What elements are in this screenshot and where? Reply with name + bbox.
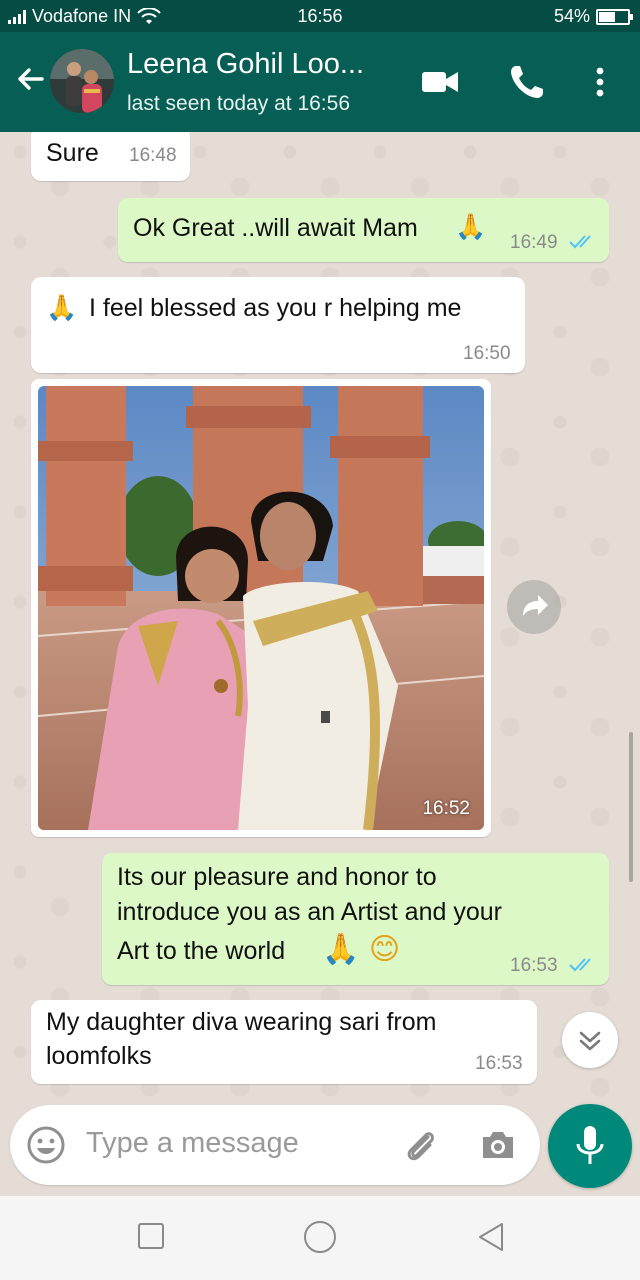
more-vert-icon[interactable]: [580, 62, 620, 102]
message-bubble-incoming[interactable]: My daughter diva wearing sari from loomf…: [31, 1000, 537, 1084]
video-call-icon[interactable]: [420, 62, 460, 102]
status-time: 16:56: [297, 6, 343, 26]
nav-home-icon[interactable]: [302, 1219, 338, 1255]
phone-icon[interactable]: [507, 62, 547, 102]
nav-recents-icon[interactable]: [136, 1221, 166, 1251]
forward-button[interactable]: [507, 580, 561, 634]
mic-icon: [576, 1126, 604, 1164]
message-time: 16:48: [129, 145, 177, 166]
camera-icon[interactable]: [478, 1125, 518, 1165]
photo[interactable]: 16:52: [38, 386, 484, 830]
status-bar: Vodafone IN 16:56 54%: [0, 0, 640, 32]
avatar[interactable]: [50, 49, 114, 113]
scroll-down-icon: [579, 1031, 601, 1051]
image-time: 16:52: [422, 798, 470, 819]
image-message[interactable]: 16:52: [31, 379, 491, 837]
message-placeholder: Type a message: [86, 1127, 299, 1159]
message-bubble-outgoing[interactable]: Its our pleasure and honor to introduce …: [102, 853, 609, 985]
battery-icon: [596, 8, 633, 25]
message-line: My daughter diva wearing sari from: [46, 1008, 437, 1036]
message-time: 16:53: [510, 955, 558, 976]
composer-bar: Type a message: [0, 1102, 640, 1185]
back-arrow-icon[interactable]: [12, 62, 48, 98]
message-text: Sure: [46, 139, 99, 167]
mic-button[interactable]: [548, 1104, 632, 1188]
message-line: introduce you as an Artist and your: [117, 898, 502, 926]
message-time: 16:53: [475, 1053, 523, 1074]
message-bubble-incoming[interactable]: Sure 16:48: [31, 132, 190, 181]
read-ticks-icon: [569, 235, 591, 249]
chat-header: Leena Gohil Loo... last seen today at 16…: [0, 32, 640, 132]
forward-icon: [523, 595, 548, 616]
battery-percent: 54%: [553, 6, 590, 26]
read-ticks-icon: [569, 958, 591, 972]
emoji-icon[interactable]: [26, 1125, 66, 1165]
contact-name[interactable]: Leena Gohil Loo...: [127, 48, 397, 81]
message-line: loomfolks: [46, 1042, 152, 1070]
last-seen-status: last seen today at 16:56: [127, 92, 350, 115]
message-bubble-incoming[interactable]: 🙏 I feel blessed as you r helping me 16:…: [31, 277, 525, 373]
message-time: 16:50: [463, 343, 511, 364]
attach-icon[interactable]: [400, 1125, 440, 1165]
message-line: Art to the world: [117, 937, 286, 965]
message-text: Ok Great ..will await Mam: [133, 214, 418, 242]
message-line: Its our pleasure and honor to: [117, 863, 437, 891]
emojis: 🙏 😊: [322, 932, 401, 967]
message-bubble-outgoing[interactable]: Ok Great ..will await Mam 🙏 16:49: [118, 198, 609, 262]
system-nav-bar: [0, 1196, 640, 1280]
message-text: I feel blessed as you r helping me: [89, 294, 462, 322]
chat-area[interactable]: Sure 16:48 Ok Great ..will await Mam 🙏 1…: [0, 132, 640, 1102]
pray-emoji: 🙏: [455, 212, 487, 241]
nav-back-icon[interactable]: [474, 1220, 508, 1254]
scrollbar[interactable]: [629, 732, 633, 882]
message-time: 16:49: [510, 232, 558, 253]
status-right: 54%: [553, 6, 633, 27]
pray-emoji: 🙏: [46, 293, 78, 322]
scroll-down-button[interactable]: [562, 1012, 618, 1068]
message-input[interactable]: Type a message: [10, 1105, 540, 1185]
